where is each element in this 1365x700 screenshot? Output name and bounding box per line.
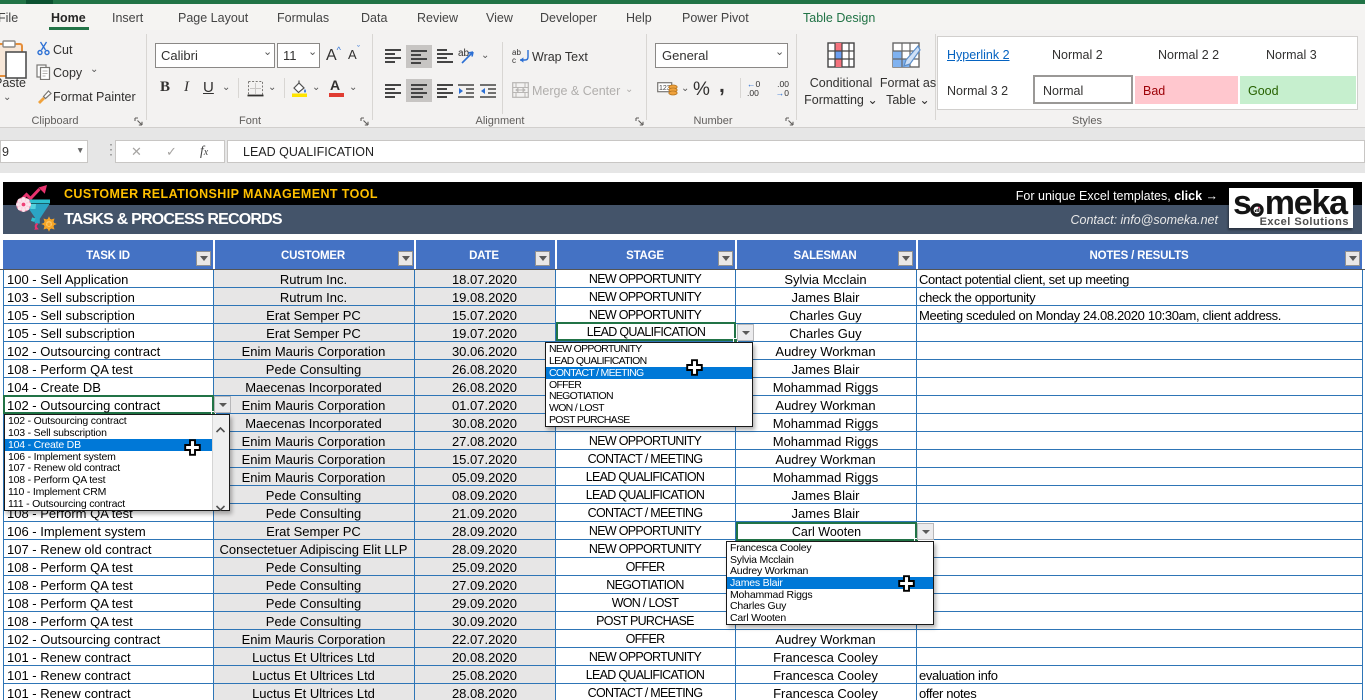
svg-text:c: c: [512, 56, 516, 64]
